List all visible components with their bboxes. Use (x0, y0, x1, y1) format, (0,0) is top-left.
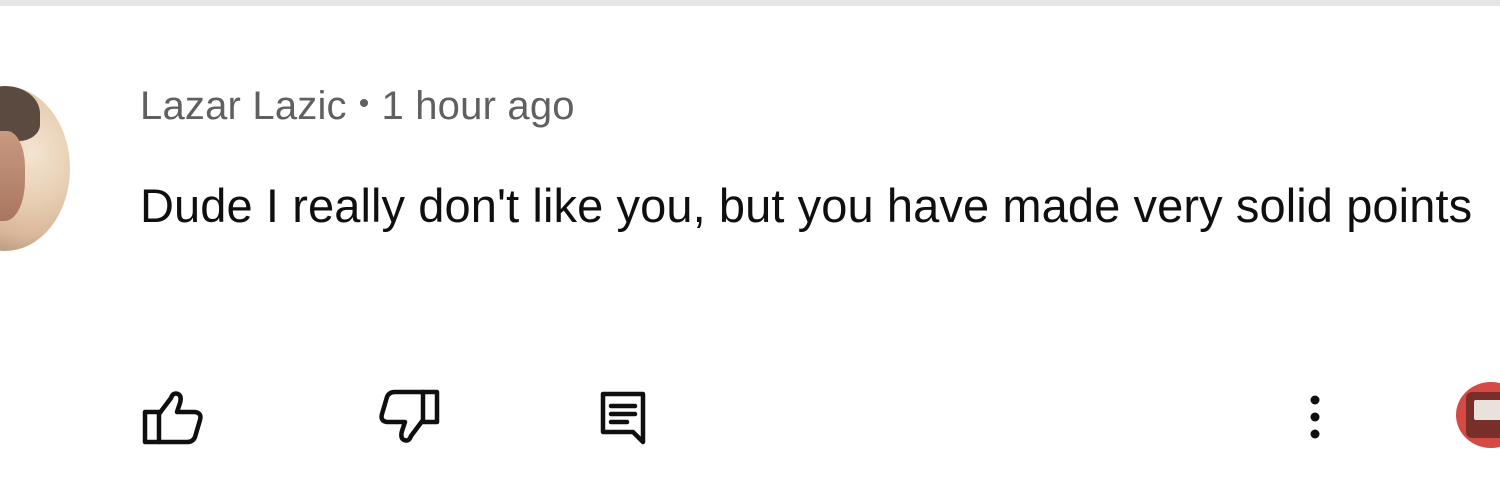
like-button[interactable] (136, 386, 208, 448)
comment-timestamp[interactable]: 1 hour ago (381, 84, 574, 128)
comment-text: Dude I really don't like you, but you ha… (140, 179, 1473, 232)
reply-icon (600, 391, 646, 445)
thumb-up-icon (142, 391, 203, 445)
avatar-face (0, 131, 25, 221)
author-name[interactable]: Lazar Lazic (140, 84, 347, 128)
badge-label (1474, 400, 1500, 420)
reply-button[interactable] (592, 386, 654, 448)
comment-item: Lazar Lazic • 1 hour ago Dude I really don… (0, 6, 1500, 500)
comment-meta: Lazar Lazic • 1 hour ago (140, 84, 575, 129)
dislike-button[interactable] (374, 386, 446, 448)
meta-separator: • (358, 87, 370, 120)
more-options-button[interactable] (1290, 386, 1340, 448)
more-vert-icon (1310, 395, 1320, 439)
avatar[interactable] (0, 86, 70, 251)
creator-avatar-badge[interactable] (1456, 382, 1500, 448)
thumb-down-icon (379, 389, 440, 443)
